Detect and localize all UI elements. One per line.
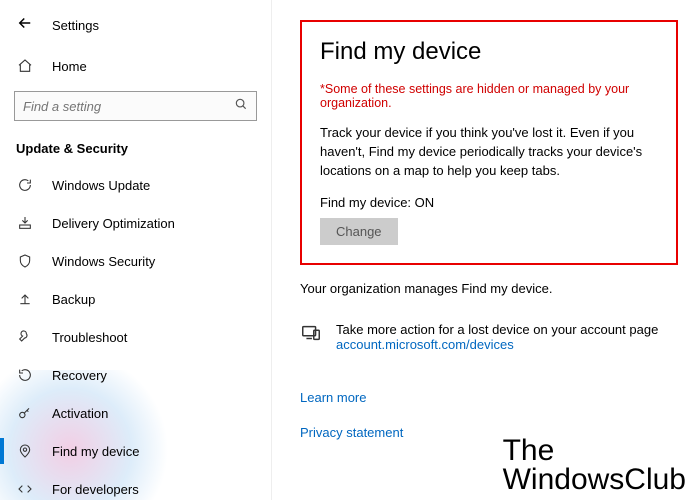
change-button[interactable]: Change: [320, 218, 398, 245]
sidebar-item-label: Recovery: [52, 368, 107, 383]
home-icon: [16, 57, 34, 75]
page-title: Find my device: [320, 38, 658, 66]
sidebar-item-home[interactable]: Home: [0, 47, 271, 85]
watermark: The WindowsClub: [503, 437, 686, 494]
back-icon[interactable]: [16, 14, 34, 37]
sidebar-item-label: Backup: [52, 292, 95, 307]
backup-icon: [16, 290, 34, 308]
search-container: [0, 85, 271, 131]
watermark-line1: The: [503, 437, 686, 466]
search-input[interactable]: [23, 99, 234, 114]
sidebar-item-label: Find my device: [52, 444, 139, 459]
org-warning-text: *Some of these settings are hidden or ma…: [320, 82, 658, 110]
feature-description: Track your device if you think you've lo…: [320, 124, 658, 181]
privacy-link[interactable]: Privacy statement: [300, 425, 678, 440]
sidebar-item-label: Windows Security: [52, 254, 155, 269]
sidebar-item-delivery-optimization[interactable]: Delivery Optimization: [0, 204, 271, 242]
sidebar-item-windows-update[interactable]: Windows Update: [0, 166, 271, 204]
org-manages-text: Your organization manages Find my device…: [300, 281, 678, 296]
footer-links: Learn more Privacy statement: [300, 390, 678, 440]
sidebar-item-label: Windows Update: [52, 178, 150, 193]
sidebar-item-label: Troubleshoot: [52, 330, 127, 345]
sidebar-item-find-my-device[interactable]: Find my device: [0, 432, 271, 470]
delivery-icon: [16, 214, 34, 232]
account-link[interactable]: account.microsoft.com/devices: [336, 337, 514, 352]
highlighted-region: Find my device *Some of these settings a…: [300, 20, 678, 265]
sidebar-item-for-developers[interactable]: For developers: [0, 470, 271, 500]
learn-more-link[interactable]: Learn more: [300, 390, 678, 405]
section-title: Update & Security: [0, 131, 271, 166]
sidebar-item-label: Activation: [52, 406, 108, 421]
sidebar-header: Settings: [0, 0, 271, 47]
sidebar-item-label: For developers: [52, 482, 139, 497]
code-icon: [16, 480, 34, 498]
status-line: Find my device: ON: [320, 195, 658, 210]
sidebar-item-backup[interactable]: Backup: [0, 280, 271, 318]
sidebar: Settings Home Update & Security Windows …: [0, 0, 272, 500]
shield-icon: [16, 252, 34, 270]
sidebar-item-activation[interactable]: Activation: [0, 394, 271, 432]
account-action-row: Take more action for a lost device on yo…: [300, 322, 678, 352]
watermark-line2: WindowsClub: [503, 466, 686, 495]
search-box[interactable]: [14, 91, 257, 121]
wrench-icon: [16, 328, 34, 346]
device-icon: [300, 322, 322, 344]
account-prompt: Take more action for a lost device on yo…: [336, 322, 658, 337]
sidebar-item-troubleshoot[interactable]: Troubleshoot: [0, 318, 271, 356]
app-label: Settings: [52, 18, 99, 33]
sidebar-item-label: Delivery Optimization: [52, 216, 175, 231]
search-icon: [234, 97, 248, 116]
key-icon: [16, 404, 34, 422]
main-content: Find my device *Some of these settings a…: [272, 0, 700, 500]
sidebar-item-label: Home: [52, 59, 87, 74]
update-icon: [16, 176, 34, 194]
sidebar-item-windows-security[interactable]: Windows Security: [0, 242, 271, 280]
sidebar-item-recovery[interactable]: Recovery: [0, 356, 271, 394]
account-action-text: Take more action for a lost device on yo…: [336, 322, 658, 352]
recovery-icon: [16, 366, 34, 384]
location-icon: [16, 442, 34, 460]
